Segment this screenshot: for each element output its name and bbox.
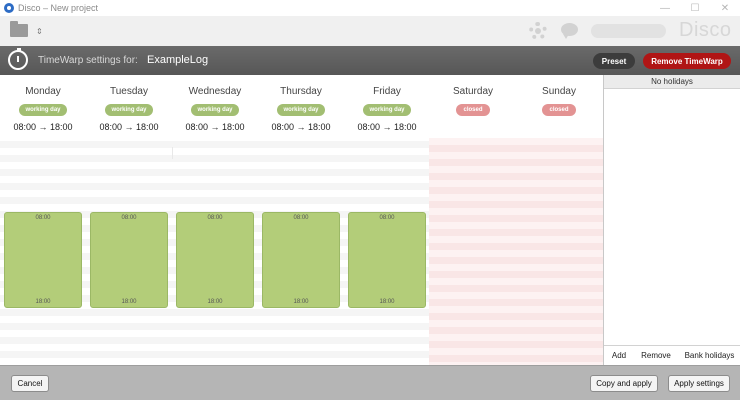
window-controls: — ☐ ✕ [650, 0, 740, 16]
day-friday[interactable]: Friday working day 08:00 → 18:00 [344, 75, 430, 138]
weekend-closed-area [429, 138, 603, 365]
day-hours: 08:00 → 18:00 [357, 122, 417, 132]
day-monday[interactable]: Monday working day 08:00 → 18:00 [0, 75, 86, 138]
block-start-time: 08:00 [207, 215, 223, 221]
app-window: Disco – New project — ☐ ✕ ⇕ Disco TimeWa… [0, 0, 740, 400]
day-wednesday[interactable]: Wednesday working day 08:00 → 18:00 [172, 75, 258, 138]
working-hours-block-tuesday[interactable]: 08:00 18:00 [90, 212, 168, 308]
user-account-pill[interactable] [591, 24, 666, 38]
grid-divider [172, 147, 173, 159]
brand-logo: Disco [679, 19, 732, 41]
status-badge[interactable]: closed [456, 104, 490, 116]
title-bar: Disco – New project — ☐ ✕ [0, 0, 740, 16]
folder-icon[interactable] [10, 21, 28, 37]
week-schedule: Monday working day 08:00 → 18:00 Tuesday… [0, 75, 603, 365]
block-end-time: 18:00 [35, 299, 51, 305]
block-end-time: 18:00 [121, 299, 137, 305]
timewarp-header: TimeWarp settings for: ExampleLog Preset… [0, 46, 740, 75]
toolbar: ⇕ Disco [0, 16, 740, 46]
day-name: Friday [373, 86, 401, 97]
remove-timewarp-button[interactable]: Remove TimeWarp [643, 53, 731, 69]
block-start-time: 08:00 [293, 215, 309, 221]
close-button[interactable]: ✕ [710, 0, 740, 16]
copy-and-apply-button[interactable]: Copy and apply [590, 375, 658, 392]
day-name: Wednesday [188, 86, 242, 97]
status-badge[interactable]: working day [191, 104, 239, 116]
minimize-button[interactable]: — [650, 0, 680, 16]
timewarp-settings-label: TimeWarp settings for: [38, 55, 138, 66]
working-hours-block-thursday[interactable]: 08:00 18:00 [262, 212, 340, 308]
status-badge[interactable]: working day [277, 104, 325, 116]
log-name: ExampleLog [147, 54, 209, 66]
day-hours: 08:00 → 18:00 [185, 122, 245, 132]
block-end-time: 18:00 [293, 299, 309, 305]
day-tuesday[interactable]: Tuesday working day 08:00 → 18:00 [86, 75, 172, 138]
remove-holiday-button[interactable]: Remove [634, 346, 678, 365]
block-start-time: 08:00 [379, 215, 395, 221]
gear-icon[interactable] [529, 22, 547, 40]
day-hours: 08:00 → 18:00 [271, 122, 331, 132]
status-badge[interactable]: working day [105, 104, 153, 116]
disco-app-icon [4, 3, 14, 13]
holidays-actions: Add Remove Bank holidays [604, 345, 740, 365]
day-name: Saturday [452, 86, 494, 97]
day-saturday[interactable]: Saturday closed [430, 75, 516, 138]
dialog-footer: Cancel Copy and apply Apply settings [0, 365, 740, 400]
preset-button[interactable]: Preset [593, 53, 635, 69]
day-hours: 08:00 → 18:00 [13, 122, 73, 132]
day-hours: 08:00 → 18:00 [99, 122, 159, 132]
working-hours-block-monday[interactable]: 08:00 18:00 [4, 212, 82, 308]
day-name: Thursday [280, 86, 322, 97]
status-badge[interactable]: working day [363, 104, 411, 116]
maximize-button[interactable]: ☐ [680, 0, 710, 16]
day-name: Tuesday [110, 86, 148, 97]
holidays-list-header: No holidays [604, 75, 740, 89]
working-hours-block-wednesday[interactable]: 08:00 18:00 [176, 212, 254, 308]
status-badge[interactable]: closed [542, 104, 576, 116]
cancel-button[interactable]: Cancel [11, 375, 49, 392]
day-sunday[interactable]: Sunday closed [516, 75, 602, 138]
bank-holidays-button[interactable]: Bank holidays [678, 346, 740, 365]
timewarp-clock-icon [8, 48, 28, 70]
holidays-panel: No holidays Add Remove Bank holidays [603, 75, 740, 365]
apply-settings-button[interactable]: Apply settings [668, 375, 730, 392]
chat-icon[interactable] [561, 23, 578, 39]
day-thursday[interactable]: Thursday working day 08:00 → 18:00 [258, 75, 344, 138]
working-hours-block-friday[interactable]: 08:00 18:00 [348, 212, 426, 308]
day-name: Monday [25, 86, 61, 97]
day-name: Sunday [542, 86, 576, 97]
status-badge[interactable]: working day [19, 104, 67, 116]
window-title: Disco – New project [18, 3, 99, 13]
block-start-time: 08:00 [121, 215, 137, 221]
folder-menu-arrow-icon[interactable]: ⇕ [36, 27, 43, 36]
block-start-time: 08:00 [35, 215, 51, 221]
add-holiday-button[interactable]: Add [604, 346, 634, 365]
block-end-time: 18:00 [207, 299, 223, 305]
block-end-time: 18:00 [379, 299, 395, 305]
